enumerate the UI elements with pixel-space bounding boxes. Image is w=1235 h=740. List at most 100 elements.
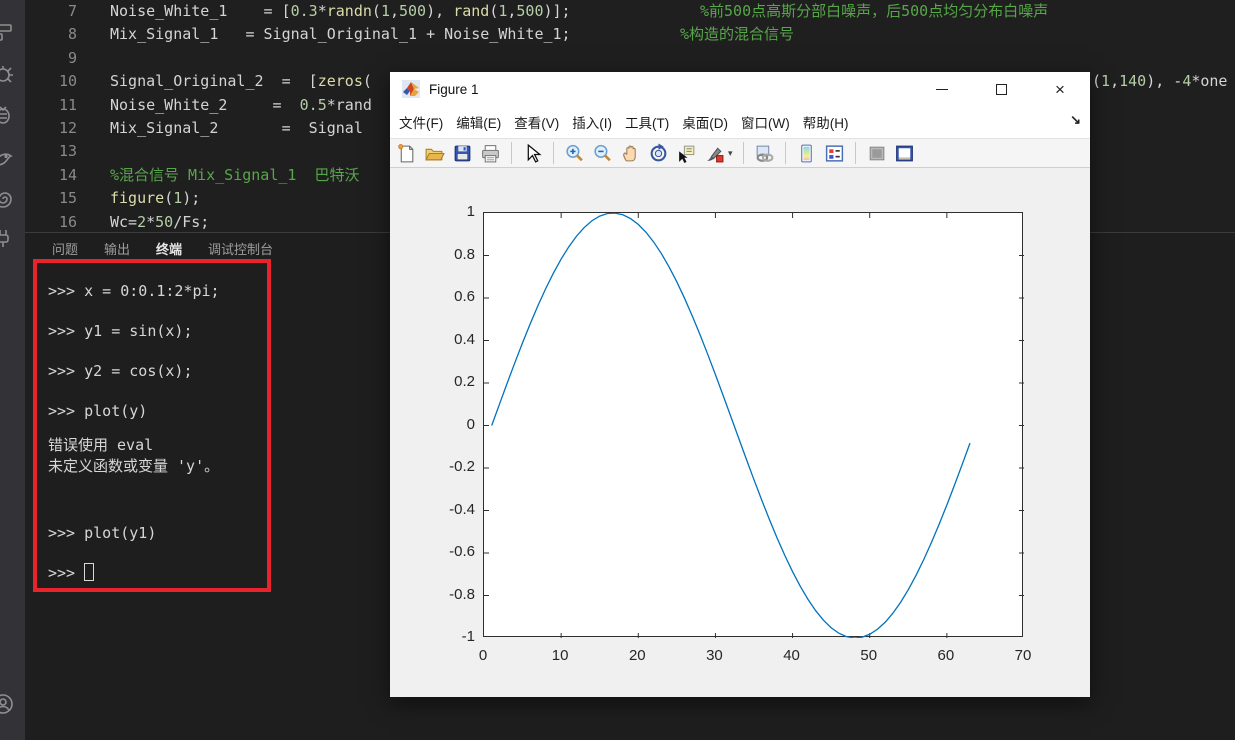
open-file-icon[interactable] bbox=[424, 143, 445, 164]
panel-tab-调试控制台[interactable]: 调试控制台 bbox=[208, 239, 273, 261]
minimize-button[interactable] bbox=[927, 78, 957, 100]
terminal-command: >>> y1 = sin(x); bbox=[48, 322, 193, 340]
plug-extension-icon[interactable] bbox=[0, 226, 15, 250]
line-number: 8 bbox=[67, 25, 77, 44]
sine-curve-plot bbox=[484, 213, 1024, 638]
toolbar-separator bbox=[553, 142, 554, 164]
maximize-button[interactable] bbox=[986, 78, 1016, 100]
zoom-out-icon[interactable] bbox=[592, 143, 613, 164]
data-cursor-icon[interactable] bbox=[676, 143, 697, 164]
line-number: 13 bbox=[58, 142, 77, 161]
menu-item-窗口(W)[interactable]: 窗口(W) bbox=[741, 112, 790, 132]
plot-axes[interactable] bbox=[483, 212, 1024, 638]
y-tick-label: -0.2 bbox=[449, 458, 475, 475]
spiral-extension-icon[interactable] bbox=[0, 187, 15, 211]
line-number: 7 bbox=[67, 2, 77, 20]
debug-icon[interactable] bbox=[0, 62, 15, 86]
terminal-command: >>> plot(y) bbox=[48, 402, 148, 420]
menu-item-插入(I)[interactable]: 插入(I) bbox=[572, 112, 612, 132]
x-tick-label: 0 bbox=[478, 647, 488, 664]
activity-bar bbox=[0, 0, 25, 740]
terminal-command: >>> plot(y1) bbox=[48, 524, 157, 542]
y-tick-label: 0.2 bbox=[454, 373, 475, 390]
terminal-output-line: 错误使用 eval bbox=[48, 436, 154, 454]
code-line: 7 %前500点高斯分部白噪声，后500点均匀分布白噪声 Noise_White_1… bbox=[25, 0, 1235, 23]
terminal-output[interactable]: >>> x = 0:0.1:2*pi; >>> y1 = sin(x); >>> y… bbox=[48, 263, 348, 584]
insert-colorbar-icon[interactable] bbox=[796, 143, 817, 164]
toolbar-separator bbox=[742, 142, 744, 164]
brush-dropdown-icon[interactable]: ▾ bbox=[728, 148, 733, 159]
figure-menubar: 文件(F) 编辑(E) 查看(V) 插入(I) 工具(T) 桌面(D) 窗口(W) 帮助(H)… bbox=[390, 106, 1090, 138]
toolbar-separator bbox=[784, 142, 786, 164]
code-line: 9 bbox=[25, 47, 1235, 70]
show-plot-tools-icon[interactable] bbox=[894, 143, 915, 164]
line-number: 16 bbox=[58, 212, 77, 231]
line-number: 9 bbox=[67, 48, 77, 67]
terminal-command: >>> y2 = cos(x); bbox=[48, 362, 193, 380]
matlab-figure-window: Figure 1 × 文件(F) 编辑(E) 查看(V) 插入(I) 工具(T) 桌面(D… bbox=[390, 72, 1090, 697]
menu-item-查看(V)[interactable]: 查看(V) bbox=[514, 112, 559, 132]
y-tick-label: -0.8 bbox=[449, 585, 475, 603]
x-tick-label: 20 bbox=[628, 647, 646, 664]
toolbar-separator bbox=[511, 142, 512, 164]
edit-plot-cursor-icon[interactable] bbox=[522, 143, 543, 164]
menu-item-工具(T)[interactable]: 工具(T) bbox=[625, 112, 669, 132]
minimize-icon bbox=[936, 88, 948, 90]
menu-item-编辑(E)[interactable]: 编辑(E) bbox=[456, 112, 501, 132]
menu-item-帮助(H)[interactable]: 帮助(H) bbox=[803, 112, 849, 132]
y-tick-label: 0.4 bbox=[454, 330, 475, 348]
line-number: 15 bbox=[58, 189, 77, 208]
panel-tab-问题[interactable]: 问题 bbox=[52, 239, 78, 261]
line-number: 14 bbox=[58, 165, 77, 184]
x-tick-label: 70 bbox=[1014, 647, 1032, 664]
y-tick-label: -0.4 bbox=[449, 500, 475, 518]
x-tick-label: 10 bbox=[551, 647, 569, 664]
y-tick-label: -1 bbox=[461, 628, 475, 645]
insert-legend-icon[interactable] bbox=[824, 143, 845, 164]
x-tick-label: 30 bbox=[706, 647, 723, 664]
pan-hand-icon[interactable] bbox=[620, 143, 641, 164]
panel-tab-输出[interactable]: 输出 bbox=[104, 239, 130, 261]
terminal-output-line: 未定义函数或变量 'y'。 bbox=[48, 457, 220, 475]
code-line: 8 %构造的混合信号 Mix_Signal_1 = Signal_Original_… bbox=[25, 23, 1235, 46]
bird-extension-icon[interactable] bbox=[0, 147, 15, 171]
y-tick-label: -0.6 bbox=[449, 543, 475, 560]
menu-item-文件(F)[interactable]: 文件(F) bbox=[399, 112, 443, 132]
y-tick-label: 0 bbox=[466, 415, 475, 433]
print-figure-icon[interactable] bbox=[480, 143, 501, 164]
matlab-logo-icon bbox=[402, 80, 420, 98]
x-tick-label: 60 bbox=[937, 647, 955, 664]
figure-titlebar: Figure 1 × bbox=[390, 72, 1090, 106]
y-tick-label: 0.8 bbox=[454, 245, 475, 263]
hide-plot-tools-icon[interactable] bbox=[866, 143, 887, 164]
link-plot-icon[interactable] bbox=[754, 143, 775, 164]
maximize-icon bbox=[995, 83, 1007, 95]
figure-toolbar: ▾ bbox=[390, 138, 1090, 168]
terminal-command: >>> x = 0:0.1:2*pi; bbox=[48, 282, 220, 300]
menu-overflow-arrow-icon[interactable]: ↘ bbox=[1070, 112, 1081, 128]
figure-canvas: 0 10 20 30 40 50 60 70 -1 -0.8 -0.6 -0.4 -0.2 0 0.2 0.4… bbox=[390, 168, 1090, 696]
brush-data-icon[interactable] bbox=[704, 143, 725, 164]
save-figure-icon[interactable] bbox=[452, 143, 473, 164]
bee-extension-icon[interactable] bbox=[0, 102, 15, 126]
remote-window-icon[interactable] bbox=[0, 20, 15, 44]
x-tick-label: 50 bbox=[860, 647, 878, 664]
x-tick-label: 40 bbox=[783, 647, 800, 664]
terminal-cursor[interactable] bbox=[84, 563, 95, 581]
line-number: 12 bbox=[58, 118, 77, 137]
toolbar-separator bbox=[854, 142, 856, 164]
panel-tab-终端[interactable]: 终端 bbox=[156, 239, 182, 261]
y-tick-label: 1 bbox=[466, 203, 475, 220]
close-icon: × bbox=[1055, 79, 1065, 99]
rotate-3d-icon[interactable] bbox=[648, 143, 669, 164]
figure-window-title: Figure 1 bbox=[429, 81, 479, 97]
y-tick-label: 0.6 bbox=[454, 288, 475, 305]
new-figure-icon[interactable] bbox=[396, 143, 417, 164]
account-icon[interactable] bbox=[0, 692, 15, 716]
menu-item-桌面(D)[interactable]: 桌面(D) bbox=[682, 112, 728, 132]
terminal-command[interactable]: >>> bbox=[48, 563, 348, 584]
close-button[interactable]: × bbox=[1045, 78, 1075, 100]
line-number: 10 bbox=[58, 72, 77, 91]
line-number: 11 bbox=[58, 95, 77, 114]
zoom-in-icon[interactable] bbox=[564, 143, 585, 164]
